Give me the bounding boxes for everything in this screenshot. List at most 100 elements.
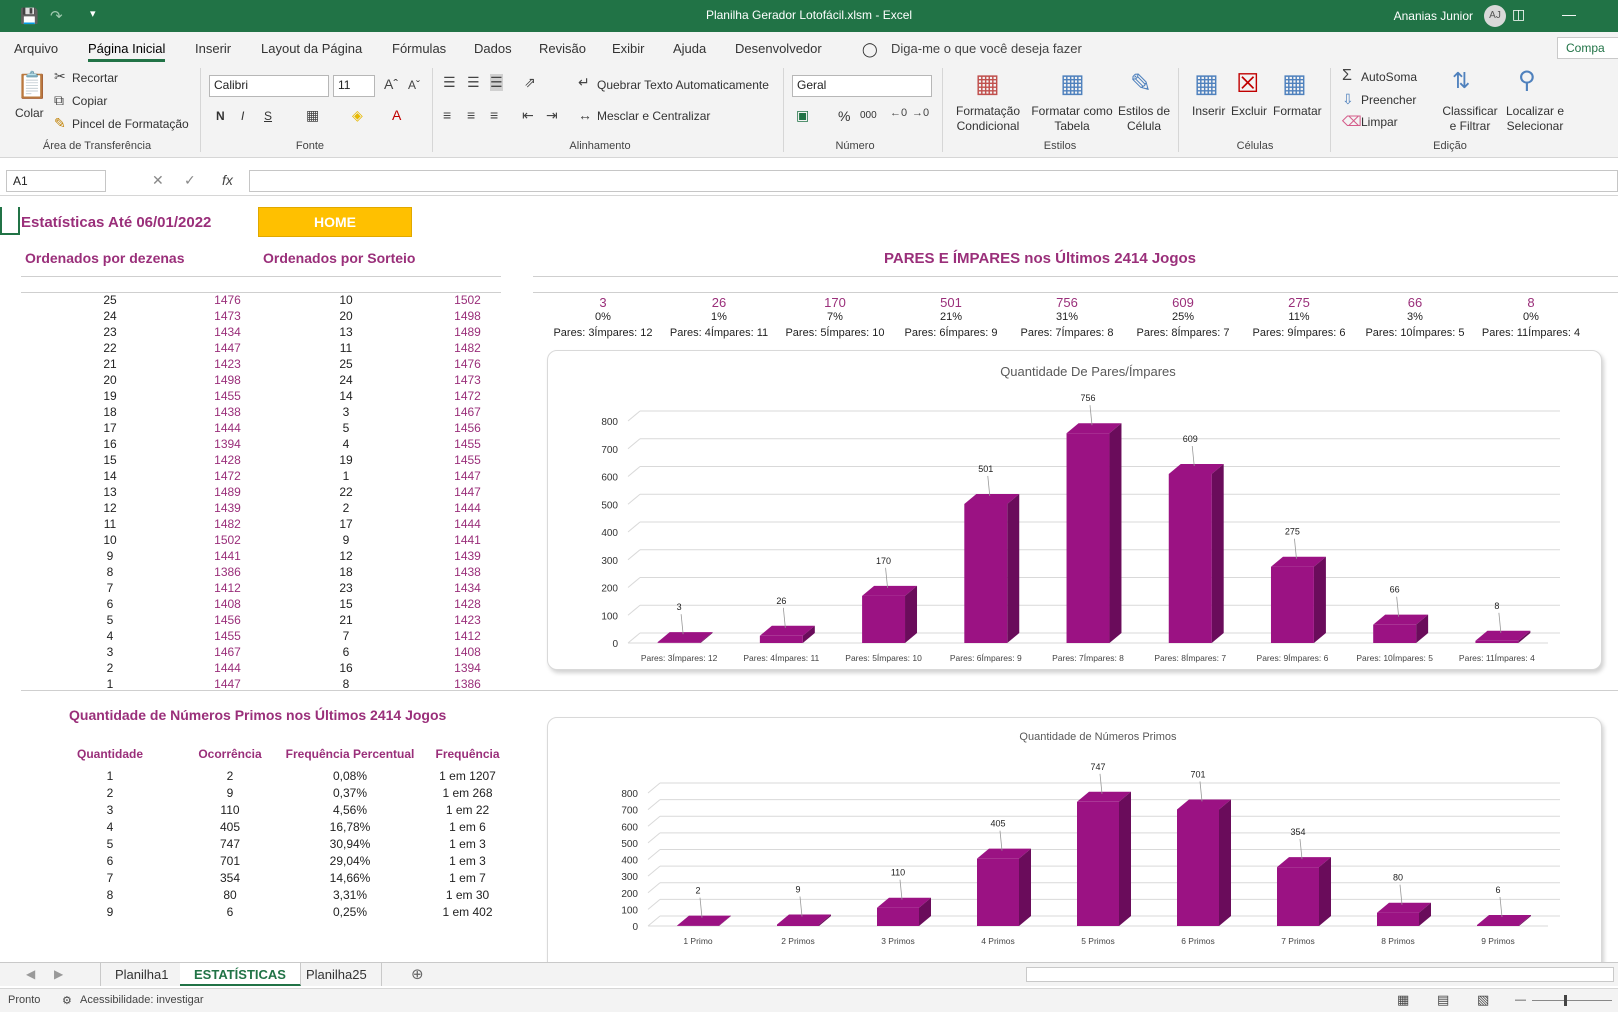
normal-view-icon[interactable]: ▦ bbox=[1397, 992, 1409, 1008]
tab-revisao[interactable]: Revisão bbox=[539, 41, 586, 56]
orientation-icon[interactable]: ⇗ bbox=[524, 74, 536, 91]
accessibility-icon[interactable]: ⚙ bbox=[62, 994, 72, 1007]
zoom-slider-thumb[interactable] bbox=[1564, 995, 1567, 1006]
home-button[interactable]: HOME bbox=[258, 207, 412, 237]
conditional-formatting-button[interactable]: Formatação Condicional bbox=[952, 104, 1024, 134]
enter-icon[interactable]: ✓ bbox=[184, 172, 196, 189]
cut-button[interactable]: Recortar bbox=[72, 71, 118, 85]
ribbon-display-options-icon[interactable]: ◫ bbox=[1512, 6, 1525, 23]
decrease-decimal-icon[interactable]: →0 bbox=[912, 107, 929, 119]
clear-button[interactable]: Limpar bbox=[1361, 115, 1398, 129]
data-label-leader bbox=[1498, 612, 1502, 633]
align-bottom-icon[interactable]: ☰ bbox=[490, 74, 503, 91]
sheet-tab-planilha1[interactable]: Planilha1 bbox=[100, 963, 184, 986]
increase-indent-icon[interactable]: ⇥ bbox=[546, 107, 558, 124]
borders-icon[interactable]: ▦ bbox=[306, 107, 319, 124]
tab-ajuda[interactable]: Ajuda bbox=[673, 41, 706, 56]
primos-cell: 14,66% bbox=[329, 871, 371, 885]
horizontal-scrollbar[interactable] bbox=[1026, 967, 1614, 982]
align-left-icon[interactable]: ≡ bbox=[443, 107, 451, 123]
sorteio-count: 1455 bbox=[454, 453, 481, 467]
italic-button[interactable]: I bbox=[241, 109, 244, 123]
name-box[interactable]: A1 bbox=[6, 170, 106, 192]
format-as-table-button[interactable]: Formatar como Tabela bbox=[1030, 104, 1114, 134]
underline-button[interactable]: S bbox=[264, 109, 272, 123]
insert-function-icon[interactable]: fx bbox=[222, 172, 233, 188]
grow-font-icon[interactable]: Aˆ bbox=[384, 76, 398, 92]
paste-icon[interactable]: 📋 bbox=[16, 70, 48, 101]
percent-button[interactable]: % bbox=[838, 108, 850, 124]
sorteio-count: 1502 bbox=[454, 293, 481, 307]
tab-inserir[interactable]: Inserir bbox=[195, 41, 231, 56]
align-right-icon[interactable]: ≡ bbox=[490, 107, 498, 123]
tab-desenvolvedor[interactable]: Desenvolvedor bbox=[735, 41, 822, 56]
fill-button[interactable]: Preencher bbox=[1361, 93, 1416, 107]
sorteio-number: 24 bbox=[339, 373, 353, 387]
align-top-icon[interactable]: ☰ bbox=[443, 74, 456, 91]
align-center-icon[interactable]: ≡ bbox=[467, 107, 475, 123]
number-format-select[interactable]: Geral bbox=[792, 75, 932, 97]
bar bbox=[1477, 925, 1519, 926]
bold-button[interactable]: N bbox=[216, 109, 225, 123]
delete-cells-button[interactable]: Excluir bbox=[1231, 104, 1267, 118]
add-sheet-icon[interactable]: ⊕ bbox=[411, 965, 424, 983]
thousands-button[interactable]: 000 bbox=[860, 110, 877, 121]
tab-arquivo[interactable]: Arquivo bbox=[14, 41, 58, 56]
primos-chart[interactable]: Quantidade de Números Primos 0 100 200 300 40… bbox=[547, 717, 1602, 962]
primos-cell: 6 bbox=[106, 854, 114, 868]
paste-button[interactable]: Colar bbox=[15, 106, 44, 120]
primos-cell: 1 em 3 bbox=[449, 837, 486, 851]
sheet-tab-estatisticas[interactable]: ESTATÍSTICAS bbox=[180, 963, 301, 986]
fill-color-icon[interactable]: ◈ bbox=[352, 107, 363, 124]
sorteio-number: 20 bbox=[339, 309, 353, 323]
scroll-left-icon[interactable]: ◀ bbox=[26, 967, 35, 981]
tab-exibir[interactable]: Exibir bbox=[612, 41, 645, 56]
worksheet[interactable]: Estatísticas Até 06/01/2022 HOME Ordenad… bbox=[0, 207, 1618, 962]
accessibility-status[interactable]: Acessibilidade: investigar bbox=[80, 994, 204, 1006]
share-button[interactable]: Compa bbox=[1557, 37, 1618, 59]
format-painter-button[interactable]: Pincel de Formatação bbox=[72, 117, 189, 131]
increase-decimal-icon[interactable]: ←0 bbox=[890, 107, 907, 119]
font-size-select[interactable]: 11 bbox=[333, 75, 375, 97]
sheet-tab-planilha25[interactable]: Planilha25 bbox=[292, 963, 382, 986]
sort-filter-button[interactable]: Classificar e Filtrar bbox=[1440, 104, 1500, 134]
page-break-icon[interactable]: ▧ bbox=[1477, 992, 1489, 1008]
dezena-count: 1444 bbox=[214, 421, 241, 435]
sorteio-number: 18 bbox=[339, 565, 353, 579]
wrap-text-button[interactable]: Quebrar Texto Automaticamente bbox=[597, 78, 769, 92]
bar-top bbox=[657, 632, 713, 643]
pares-chart[interactable]: Quantidade De Pares/Ímpares 0 100 200 300 400… bbox=[547, 350, 1602, 670]
autosum-button[interactable]: AutoSoma bbox=[1361, 70, 1417, 84]
user-name[interactable]: Ananias Junior bbox=[1394, 9, 1473, 23]
tab-layout[interactable]: Layout da Página bbox=[261, 41, 362, 56]
find-select-button[interactable]: Localizar e Selecionar bbox=[1500, 104, 1570, 134]
selected-cell[interactable] bbox=[0, 207, 20, 235]
zoom-slider[interactable] bbox=[1532, 1000, 1612, 1001]
merge-center-button[interactable]: Mesclar e Centralizar bbox=[597, 109, 710, 123]
align-middle-icon[interactable]: ☰ bbox=[467, 74, 480, 91]
zoom-out-icon[interactable]: — bbox=[1515, 994, 1526, 1006]
page-layout-icon[interactable]: ▤ bbox=[1437, 992, 1449, 1008]
insert-cells-button[interactable]: Inserir bbox=[1192, 104, 1225, 118]
tab-pagina-inicial[interactable]: Página Inicial bbox=[88, 41, 166, 62]
tell-me-input[interactable]: Diga-me o que você deseja fazer bbox=[891, 41, 1082, 56]
currency-icon[interactable]: ▣ bbox=[796, 107, 809, 124]
sorteio-count: 1473 bbox=[454, 373, 481, 387]
shrink-font-icon[interactable]: Aˇ bbox=[408, 78, 420, 92]
scroll-right-icon[interactable]: ▶ bbox=[54, 967, 63, 981]
primos-cell: 2 bbox=[226, 769, 234, 783]
pares-chart-svg: Quantidade De Pares/Ímpares 0 100 200 300 400… bbox=[601, 364, 1560, 663]
formula-input[interactable] bbox=[249, 170, 1618, 192]
avatar[interactable]: AJ bbox=[1484, 5, 1506, 27]
format-cells-button[interactable]: Formatar bbox=[1273, 104, 1322, 118]
copy-button[interactable]: Copiar bbox=[72, 94, 107, 108]
tab-dados[interactable]: Dados bbox=[474, 41, 512, 56]
font-color-icon[interactable]: A bbox=[392, 107, 401, 123]
tab-formulas[interactable]: Fórmulas bbox=[392, 41, 446, 56]
font-name-select[interactable]: Calibri bbox=[209, 75, 329, 97]
cell-styles-button[interactable]: Estilos de Célula bbox=[1116, 104, 1172, 134]
decrease-indent-icon[interactable]: ⇤ bbox=[522, 107, 534, 124]
ordered-sorteio-header: Ordenados por Sorteio bbox=[263, 250, 416, 266]
minimize-icon[interactable]: — bbox=[1562, 6, 1576, 22]
cancel-icon[interactable]: ✕ bbox=[152, 172, 164, 189]
